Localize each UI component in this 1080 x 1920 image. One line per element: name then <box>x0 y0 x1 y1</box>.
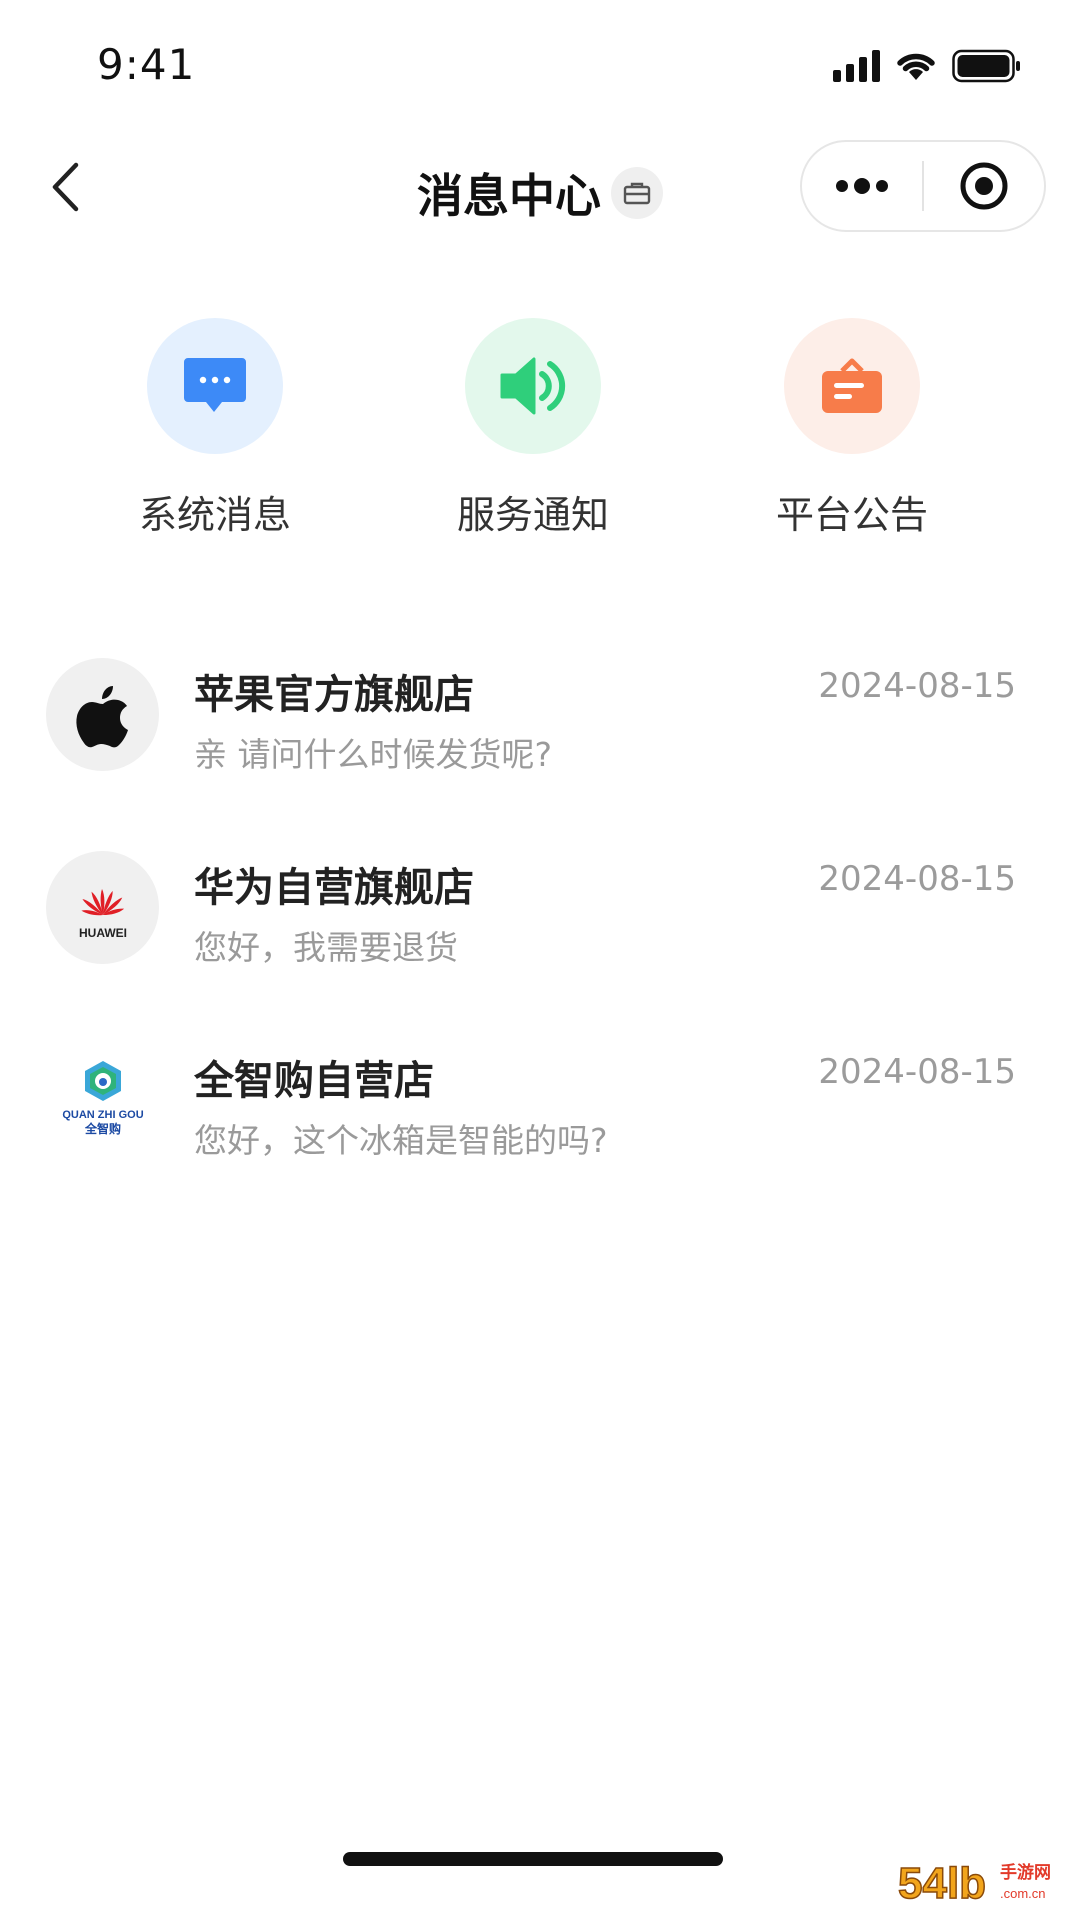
conversation-list: 苹果官方旗舰店 亲 请问什么时候发货呢? 2024-08-15 HUAWEI 华… <box>0 650 1080 1229</box>
quanzhigou-logo-icon: QUAN ZHI GOU 全智购 <box>62 1060 143 1136</box>
conversation-name: 华为自营旗舰店 <box>194 865 474 911</box>
more-button[interactable] <box>802 142 922 230</box>
category-icon-wrap <box>465 318 601 454</box>
battery-icon <box>952 49 1020 83</box>
close-button[interactable] <box>924 142 1044 230</box>
more-dots-icon <box>836 178 888 194</box>
notice-board-icon <box>822 358 882 413</box>
conversation-item[interactable]: 苹果官方旗舰店 亲 请问什么时候发货呢? 2024-08-15 <box>0 650 1080 843</box>
category-label: 平台公告 <box>775 493 928 537</box>
category-label: 服务通知 <box>456 493 609 537</box>
message-categories: 系统消息 服务通知 平台公告 <box>0 318 1080 538</box>
category-icon-wrap <box>784 318 920 454</box>
conversation-date: 2024-08-15 <box>818 859 1016 899</box>
wifi-icon <box>897 53 935 80</box>
watermark-text: 54lb <box>898 1859 986 1908</box>
conversation-name: 苹果官方旗舰店 <box>194 672 474 718</box>
quanzhigou-logo-text-en: QUAN ZHI GOU <box>62 1109 143 1121</box>
category-system-messages[interactable]: 系统消息 <box>105 318 325 539</box>
category-platform-announcements[interactable]: 平台公告 <box>742 318 962 539</box>
status-bar: 9:41 <box>0 0 1080 130</box>
signal-icon <box>833 50 880 82</box>
conversation-last-message: 您好，这个冰箱是智能的吗? <box>194 1121 608 1160</box>
category-icon-wrap <box>147 318 283 454</box>
conversation-last-message: 您好，我需要退货 <box>194 928 458 967</box>
watermark-sub: 手游网 <box>1000 1862 1051 1883</box>
status-icons <box>833 48 1022 84</box>
briefcase-icon <box>623 182 651 205</box>
speaker-icon <box>500 357 566 415</box>
conversation-date: 2024-08-15 <box>818 666 1016 706</box>
quanzhigou-logo-text-cn: 全智购 <box>83 1121 120 1136</box>
apple-logo-icon <box>75 685 128 747</box>
huawei-logo-text: HUAWEI <box>79 926 127 940</box>
category-label: 系统消息 <box>138 493 291 537</box>
mini-program-capsule <box>800 140 1046 232</box>
page-title: 消息中心 <box>417 169 601 223</box>
status-time: 9:41 <box>97 40 196 89</box>
title-badge[interactable] <box>611 167 663 219</box>
huawei-logo-icon: HUAWEI <box>79 888 127 940</box>
conversation-name: 全智购自营店 <box>194 1058 434 1104</box>
avatar <box>46 658 159 771</box>
nav-bar: 消息中心 <box>0 140 1080 235</box>
conversation-item[interactable]: HUAWEI 华为自营旗舰店 您好，我需要退货 2024-08-15 <box>0 843 1080 1036</box>
watermark-logo: 54lb 手游网 .com.cn <box>897 1858 1051 1909</box>
chat-bubble-icon <box>184 358 246 412</box>
conversation-date: 2024-08-15 <box>818 1052 1016 1092</box>
avatar: QUAN ZHI GOU 全智购 <box>46 1044 159 1157</box>
conversation-item[interactable]: QUAN ZHI GOU 全智购 全智购自营店 您好，这个冰箱是智能的吗? 20… <box>0 1036 1080 1229</box>
target-icon <box>960 162 1008 210</box>
conversation-last-message: 亲 请问什么时候发货呢? <box>194 735 553 774</box>
home-indicator[interactable] <box>343 1852 723 1866</box>
avatar: HUAWEI <box>46 851 159 964</box>
category-service-notifications[interactable]: 服务通知 <box>423 318 643 539</box>
watermark-domain: .com.cn <box>1000 1886 1046 1901</box>
